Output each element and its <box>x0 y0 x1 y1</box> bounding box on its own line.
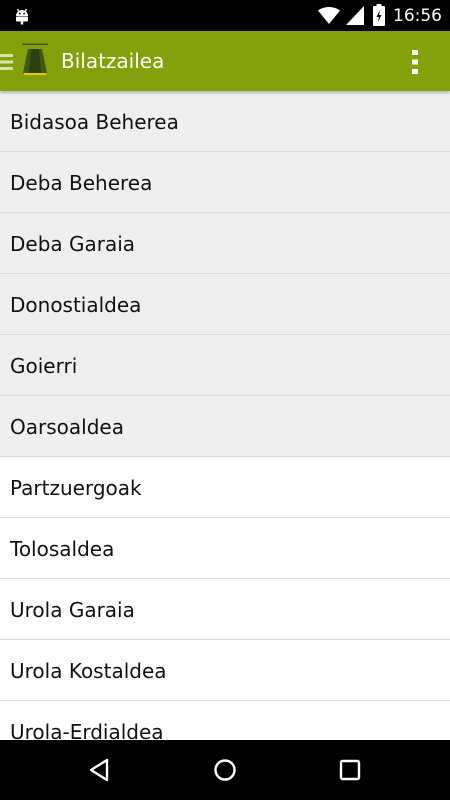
list-item-label: Urola-Erdialdea <box>10 720 164 740</box>
battery-icon <box>373 4 385 26</box>
app-logo-icon[interactable] <box>20 43 50 75</box>
list-item-label: Tolosaldea <box>10 537 115 561</box>
list-item[interactable]: Bidasoa Beherea <box>0 91 450 152</box>
list-item-label: Urola Kostaldea <box>10 659 167 683</box>
list-item[interactable]: Deba Beherea <box>0 152 450 213</box>
status-time: 16:56 <box>393 6 442 26</box>
recents-icon[interactable] <box>336 756 364 784</box>
list-item[interactable]: Urola Garaia <box>0 579 450 640</box>
list-item[interactable]: Urola Kostaldea <box>0 640 450 701</box>
overflow-menu-icon[interactable] <box>404 47 426 77</box>
list-item-label: Donostialdea <box>10 293 142 317</box>
list-item-label: Partzuergoak <box>10 476 142 500</box>
navigation-bar <box>0 740 450 800</box>
list-item-label: Urola Garaia <box>10 598 135 622</box>
signal-icon <box>346 6 364 25</box>
list-item[interactable]: Donostialdea <box>0 274 450 335</box>
menu-icon[interactable] <box>0 52 13 72</box>
back-icon[interactable] <box>87 756 115 784</box>
list-item[interactable]: Urola-Erdialdea <box>0 701 450 740</box>
status-bar: 16:56 <box>0 0 450 31</box>
list-item[interactable]: Deba Garaia <box>0 213 450 274</box>
list-item-label: Deba Garaia <box>10 232 136 256</box>
list-item[interactable]: Tolosaldea <box>0 518 450 579</box>
list-item-label: Goierri <box>10 354 78 378</box>
page-title: Bilatzailea <box>61 49 165 73</box>
list-item-label: Oarsoaldea <box>10 415 124 439</box>
region-list: Bidasoa Beherea Deba Beherea Deba Garaia… <box>0 91 450 740</box>
list-item-label: Bidasoa Beherea <box>10 110 179 134</box>
list-item-label: Deba Beherea <box>10 171 153 195</box>
list-item[interactable]: Oarsoaldea <box>0 396 450 457</box>
list-item[interactable]: Partzuergoak <box>0 457 450 518</box>
home-icon[interactable] <box>211 756 239 784</box>
list-item[interactable]: Goierri <box>0 335 450 396</box>
wifi-icon <box>318 7 340 24</box>
app-bar: Bilatzailea <box>0 31 450 91</box>
android-debug-icon <box>16 8 28 25</box>
